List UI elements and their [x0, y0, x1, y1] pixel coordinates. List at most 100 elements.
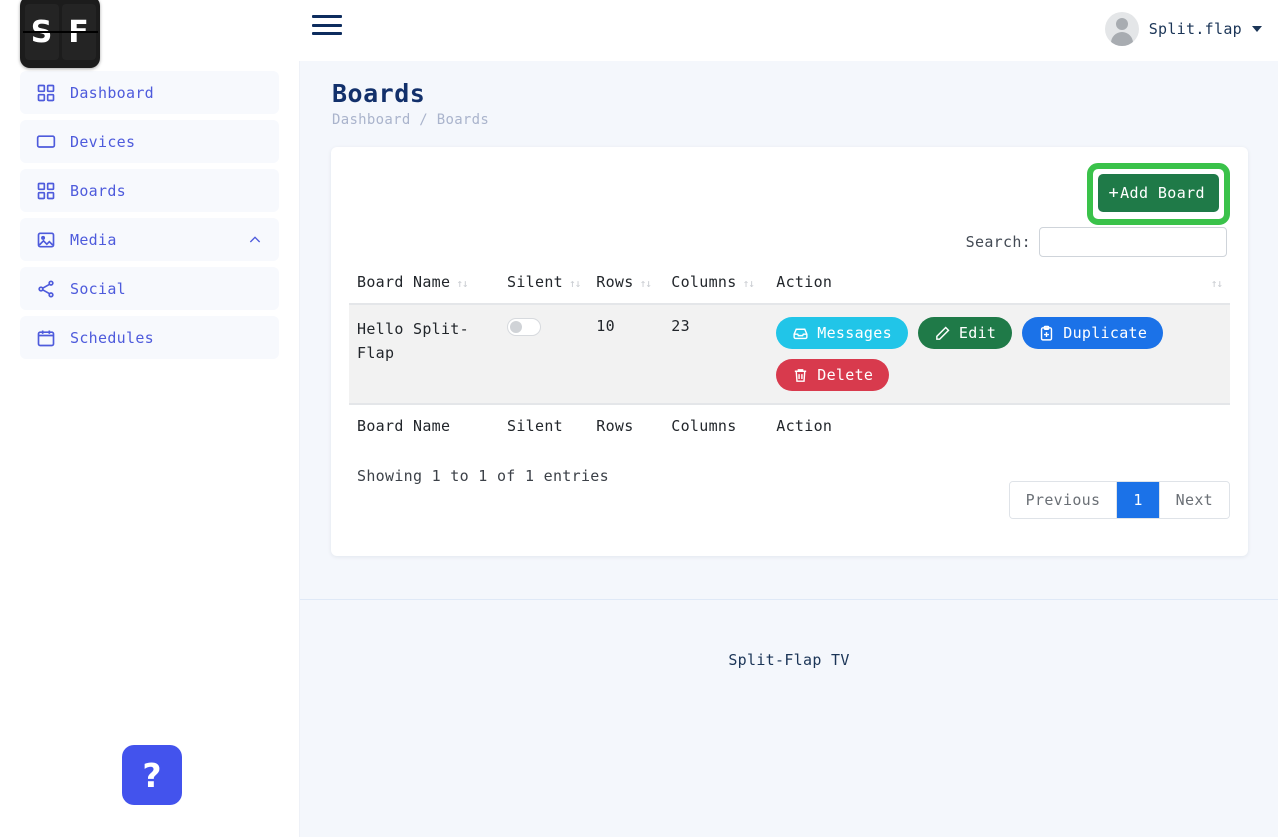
footer-rows: Rows: [588, 403, 664, 447]
pagination-next[interactable]: Next: [1159, 482, 1229, 518]
boards-card: + Add Board Search: Board Name ↑↓ Silent…: [331, 147, 1248, 556]
sort-icon: ↑↓: [569, 277, 581, 290]
hamburger-bar: [312, 15, 342, 18]
footer-action: Action: [768, 403, 1230, 447]
pagination-page-1[interactable]: 1: [1117, 482, 1160, 518]
hamburger-bar: [312, 32, 342, 35]
table-footer-row: Board Name Silent Rows Columns Action: [349, 403, 1230, 447]
column-header-label: Silent: [507, 273, 563, 291]
app-logo[interactable]: S F: [20, 0, 100, 68]
duplicate-button[interactable]: Duplicate: [1022, 317, 1164, 349]
column-header-rows[interactable]: Rows ↑↓: [588, 273, 664, 305]
sort-icon: ↑↓: [742, 277, 755, 290]
silent-toggle[interactable]: [507, 317, 541, 336]
column-header-silent[interactable]: Silent ↑↓: [499, 273, 589, 305]
footer-columns: Columns: [663, 403, 769, 447]
cell-columns: 23: [663, 304, 769, 404]
logo-tile-f: F: [61, 4, 96, 60]
user-avatar-icon: [1104, 12, 1139, 46]
sidebar-item-social[interactable]: Social: [20, 267, 279, 310]
hamburger-bar: [312, 23, 342, 27]
sidebar-item-schedules[interactable]: Schedules: [20, 316, 279, 359]
sidebar-item-label: Devices: [70, 132, 136, 151]
sort-icon: ↑↓: [456, 277, 468, 290]
pagination-previous[interactable]: Previous: [1009, 482, 1118, 518]
cell-board-name: Hello Split-Flap: [349, 304, 499, 404]
sidebar-item-label: Media: [70, 230, 117, 249]
pencil-icon: [934, 325, 951, 342]
edit-button[interactable]: Edit: [917, 317, 1013, 349]
top-bar: S F Split.flap: [0, 0, 1278, 68]
footer-board-name: Board Name: [349, 403, 499, 447]
column-header-extra[interactable]: ↑↓: [1190, 273, 1230, 305]
column-header-columns[interactable]: Columns ↑↓: [663, 273, 769, 305]
column-header-action: Action: [768, 273, 1190, 305]
edit-button-label: Edit: [958, 324, 997, 342]
clipboard-plus-icon: [1038, 325, 1055, 342]
table-header-row: Board Name ↑↓ Silent ↑↓ Rows ↑↓ Columns ↑↓ A: [349, 273, 1230, 305]
inbox-icon: [792, 325, 809, 342]
chevron-up-icon[interactable]: [247, 232, 263, 248]
column-header-label: Columns: [671, 273, 737, 291]
table-info-row: Showing 1 to 1 of 1 entries Previous 1 N…: [349, 467, 1230, 519]
column-header-label: Rows: [596, 273, 634, 291]
entries-info: Showing 1 to 1 of 1 entries: [357, 467, 609, 485]
search-row: Search:: [349, 227, 1230, 257]
main-content: Boards Dashboard / Boards + Add Board Se…: [300, 61, 1278, 837]
page-title: Boards: [332, 79, 426, 108]
sort-icon: ↑↓: [639, 277, 652, 290]
table-body: Hello Split-Flap 10 23 Messages Edit Dup…: [349, 304, 1230, 404]
logo-tile-s: S: [24, 4, 59, 60]
action-buttons: Messages Edit Duplicate Delete: [776, 317, 1176, 391]
plus-icon: +: [1108, 183, 1120, 203]
share-icon: [36, 279, 56, 299]
user-menu-label: Split.flap: [1148, 20, 1242, 38]
monitor-icon: [36, 132, 56, 152]
sidebar-item-label: Dashboard: [70, 83, 154, 102]
add-board-highlight: + Add Board: [1087, 163, 1230, 225]
card-toolbar: + Add Board: [349, 163, 1230, 225]
search-label: Search:: [965, 233, 1031, 251]
footer-silent: Silent: [499, 403, 589, 447]
site-footer-label: Split-Flap TV: [728, 651, 850, 669]
table-head: Board Name ↑↓ Silent ↑↓ Rows ↑↓ Columns ↑↓ A: [349, 273, 1230, 305]
sidebar: Dashboard Devices Boards Media Social Sc…: [0, 61, 300, 837]
sort-icon: ↑↓: [1210, 277, 1223, 290]
table-foot: Board Name Silent Rows Columns Action: [349, 403, 1230, 447]
sidebar-item-devices[interactable]: Devices: [20, 120, 279, 163]
sidebar-item-boards[interactable]: Boards: [20, 169, 279, 212]
grid-icon: [36, 83, 56, 103]
boards-table: Board Name ↑↓ Silent ↑↓ Rows ↑↓ Columns ↑↓ A: [349, 273, 1230, 447]
page-header: Boards Dashboard / Boards: [300, 61, 1278, 128]
column-header-label: Board Name: [357, 273, 451, 291]
messages-button-label: Messages: [817, 324, 892, 342]
breadcrumb: Dashboard / Boards: [332, 112, 490, 128]
pagination: Previous 1 Next: [1008, 481, 1230, 519]
grid-icon: [36, 181, 56, 201]
app-root: S F Split.flap Dashboard Devices Boards …: [0, 0, 1278, 837]
sidebar-item-dashboard[interactable]: Dashboard: [20, 71, 279, 114]
hamburger-icon[interactable]: [312, 12, 342, 38]
site-footer: Split-Flap TV: [300, 600, 1278, 837]
column-header-board-name[interactable]: Board Name ↑↓: [349, 273, 499, 305]
sidebar-item-label: Boards: [70, 181, 126, 200]
search-input[interactable]: [1039, 227, 1227, 257]
column-header-label: Action: [776, 273, 833, 291]
image-icon: [36, 230, 56, 250]
toggle-knob: [510, 320, 522, 333]
help-button[interactable]: ?: [122, 745, 182, 805]
table-row[interactable]: Hello Split-Flap 10 23 Messages Edit Dup…: [349, 304, 1230, 404]
user-menu[interactable]: Split.flap: [1104, 12, 1262, 46]
cell-actions: Messages Edit Duplicate Delete: [768, 304, 1230, 404]
cell-rows: 10: [588, 304, 664, 404]
messages-button[interactable]: Messages: [776, 317, 908, 349]
add-board-button[interactable]: + Add Board: [1098, 174, 1219, 212]
sidebar-item-label: Schedules: [70, 328, 154, 347]
trash-icon: [792, 367, 809, 384]
delete-button-label: Delete: [817, 366, 874, 384]
sidebar-item-media[interactable]: Media: [20, 218, 279, 261]
delete-button[interactable]: Delete: [776, 359, 890, 391]
sidebar-item-label: Social: [70, 279, 126, 298]
duplicate-button-label: Duplicate: [1063, 324, 1148, 342]
calendar-icon: [36, 328, 56, 348]
